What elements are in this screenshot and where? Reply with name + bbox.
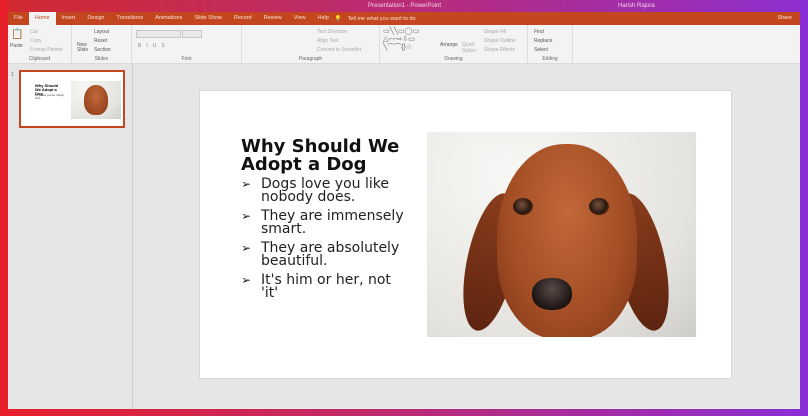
tab-file[interactable]: File (8, 12, 29, 25)
select-button[interactable]: Select (534, 47, 548, 53)
ribbon-tabs: File Home Insert Design Transitions Anim… (8, 12, 800, 25)
arrange-button[interactable]: Arrange (440, 42, 458, 48)
tab-record[interactable]: Record (228, 12, 258, 25)
tab-animations[interactable]: Animations (149, 12, 188, 25)
tab-view[interactable]: View (288, 12, 312, 25)
font-format-buttons[interactable]: BIUS (138, 43, 170, 49)
bullet-text: They are absolutely beautiful. (261, 240, 400, 269)
dog-eye (513, 198, 533, 215)
slide-canvas[interactable]: Why Should We Adopt a Dog ➢ Dogs love you… (199, 90, 732, 379)
share-button[interactable]: Share (777, 12, 792, 25)
bullet-text: It's him or her, not 'it' (261, 272, 391, 301)
replace-button[interactable]: Replace (534, 38, 552, 44)
ribbon: 📋 Paste Cut Copy Format Painter Clipboar… (8, 25, 800, 64)
shape-outline-button[interactable]: Shape Outline (484, 38, 516, 44)
arrow-bullet-icon: ➢ (241, 273, 252, 287)
font-name-select[interactable] (136, 30, 181, 38)
tab-slide-show[interactable]: Slide Show (188, 12, 228, 25)
slides-label: Slides (94, 56, 109, 62)
copy-button[interactable]: Copy (30, 38, 42, 44)
tab-help[interactable]: Help (312, 12, 335, 25)
drawing-group: ▭╲╲▭◯▭ △⌐⌐⇨⇩▭ ╲⌒⌒{}☆ Arrange Quick Style… (380, 25, 528, 64)
tab-home[interactable]: Home (28, 12, 56, 25)
workspace: 1 Why Should We Adopt a Dog Dogs love yo… (8, 64, 800, 409)
font-size-select[interactable] (182, 30, 202, 38)
tab-transitions[interactable]: Transitions (110, 12, 149, 25)
dog-nose (532, 278, 572, 310)
quick-styles-button[interactable]: Quick Styles (462, 42, 476, 54)
find-button[interactable]: Find (534, 29, 544, 35)
dog-eye (589, 198, 609, 215)
lightbulb-icon: 💡 (334, 15, 342, 22)
editing-group: Find Replace Select Editing (528, 25, 573, 64)
slide-title[interactable]: Why Should We Adopt a Dog (241, 138, 411, 174)
cut-button[interactable]: Cut (30, 29, 38, 35)
paragraph-group: Text Direction Align Text Convert to Sma… (242, 25, 380, 64)
bullet-text: Dogs love you like nobody does. (261, 176, 389, 205)
thumbnail-dog-image (71, 81, 121, 119)
font-label: Font (181, 56, 192, 62)
font-group: BIUS Font (132, 25, 242, 64)
powerpoint-window: Presentation1 - PowerPoint Harish Rajora… (8, 0, 800, 409)
thumbnail-bullet: Dogs love you like nobody does. (35, 94, 65, 100)
format-painter-button[interactable]: Format Painter (30, 47, 63, 53)
paste-icon: 📋 (11, 29, 24, 40)
tab-insert[interactable]: Insert (56, 12, 82, 25)
shape-fill-button[interactable]: Shape Fill (484, 29, 506, 35)
slide-thumbnail-pane: 1 Why Should We Adopt a Dog Dogs love yo… (8, 64, 133, 409)
bullet-item: ➢ It's him or her, not 'it' (241, 272, 411, 301)
reset-button[interactable]: Reset (94, 38, 107, 44)
new-slide-button[interactable]: New Slide (77, 43, 91, 53)
paragraph-label: Paragraph (298, 56, 323, 62)
user-name[interactable]: Harish Rajora (618, 3, 655, 9)
bullet-text: They are immensely smart. (261, 208, 404, 237)
title-bar: Presentation1 - PowerPoint Harish Rajora (8, 0, 800, 12)
slide-number: 1 (11, 72, 14, 78)
window-title: Presentation1 - PowerPoint (368, 3, 442, 9)
dachshund-image[interactable] (427, 132, 696, 337)
text-direction-button[interactable]: Text Direction (317, 29, 347, 35)
editing-label: Editing (542, 56, 558, 62)
tab-review[interactable]: Review (258, 12, 288, 25)
layout-button[interactable]: Layout (94, 29, 109, 35)
bullet-item: ➢ They are immensely smart. (241, 208, 411, 237)
paste-button[interactable]: Paste (10, 43, 23, 49)
clipboard-group: 📋 Paste Cut Copy Format Painter Clipboar… (8, 25, 72, 64)
bullet-list[interactable]: ➢ Dogs love you like nobody does. ➢ They a… (241, 176, 411, 306)
tell-me-search[interactable]: Tell me what you want to do (348, 16, 416, 22)
shapes-gallery[interactable]: ▭╲╲▭◯▭ △⌐⌐⇨⇩▭ ╲⌒⌒{}☆ (383, 28, 438, 52)
bullet-item: ➢ Dogs love you like nobody does. (241, 176, 411, 205)
clipboard-label: Clipboard (28, 56, 51, 62)
section-button[interactable]: Section (94, 47, 111, 53)
slide-thumbnail[interactable]: Why Should We Adopt a Dog Dogs love you … (19, 70, 125, 128)
drawing-label: Drawing (444, 56, 463, 62)
slides-group: New Slide Layout Reset Section Slides (72, 25, 132, 64)
arrow-bullet-icon: ➢ (241, 241, 252, 255)
align-text-button[interactable]: Align Text (317, 38, 339, 44)
bullet-item: ➢ They are absolutely beautiful. (241, 240, 411, 269)
tab-design[interactable]: Design (81, 12, 110, 25)
arrow-bullet-icon: ➢ (241, 177, 252, 191)
arrow-bullet-icon: ➢ (241, 209, 252, 223)
shape-effects-button[interactable]: Shape Effects (484, 47, 515, 53)
convert-smartart-button[interactable]: Convert to SmartArt (317, 47, 361, 53)
